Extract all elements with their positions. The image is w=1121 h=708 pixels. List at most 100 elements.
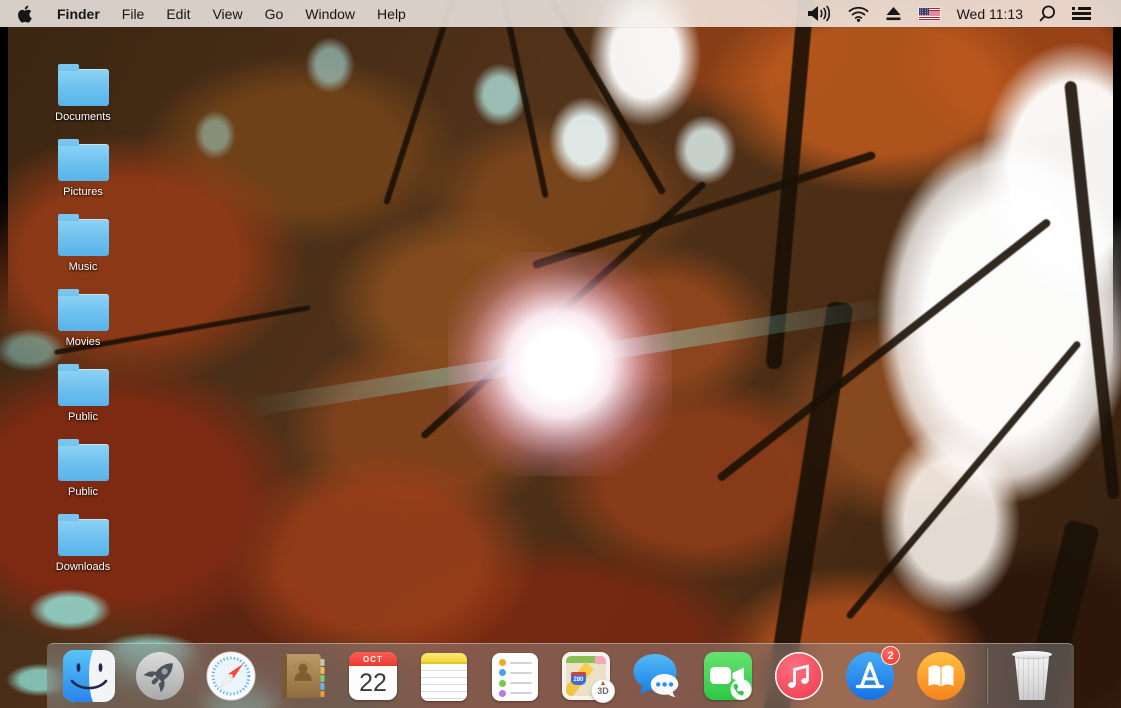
menu-file[interactable]: File [111, 0, 156, 27]
branch [383, 0, 463, 206]
notes-icon [421, 653, 467, 701]
trash-icon [1011, 651, 1053, 701]
menu-edit[interactable]: Edit [155, 0, 201, 27]
spotlight-search-icon[interactable] [1039, 5, 1056, 22]
folder-icon [57, 214, 109, 256]
dock-item-calendar[interactable]: OCT 22 [347, 650, 399, 702]
reminder-line [510, 692, 532, 695]
safari-compass-icon [206, 651, 256, 701]
dock-item-reminders[interactable] [489, 650, 541, 702]
menu-window[interactable]: Window [294, 0, 366, 27]
dock-item-app-store[interactable]: 2 [844, 646, 900, 702]
menu-view[interactable]: View [201, 0, 253, 27]
desktop-folder-music[interactable]: Music [44, 207, 122, 282]
folder-icon [57, 514, 109, 556]
menu-bar: Finder File Edit View Go Window Help Wed… [0, 0, 1121, 27]
dock-item-itunes[interactable] [773, 650, 825, 702]
maps-3d-button: 3D [591, 679, 615, 703]
calendar-icon: OCT 22 [349, 652, 397, 700]
dock-item-ibooks[interactable] [915, 650, 967, 702]
maps-pink-block [595, 656, 606, 664]
maps-interstate-shield: 280 [571, 672, 586, 685]
folder-label: Public [68, 486, 98, 498]
itunes-music-icon [775, 652, 823, 700]
desktop-folder-downloads[interactable]: Downloads [44, 507, 122, 582]
desktop-folder-pictures[interactable]: Pictures [44, 132, 122, 207]
folder-label: Public [68, 411, 98, 423]
trash-mesh [1014, 654, 1050, 700]
sun-glow [448, 252, 672, 476]
wallpaper-autumn-trees [0, 0, 1121, 708]
trash-rim [1012, 651, 1052, 658]
dock-separator [986, 648, 987, 704]
volume-icon[interactable] [807, 5, 832, 22]
folder-icon [57, 64, 109, 106]
maps-green-strip [566, 656, 596, 663]
nc-row [1072, 12, 1091, 15]
reminder-row [499, 669, 532, 677]
menu-help[interactable]: Help [366, 0, 417, 27]
reminder-row [499, 659, 532, 666]
branch [1064, 80, 1120, 500]
reminder-line [510, 682, 532, 685]
nc-dot [1072, 7, 1075, 10]
reminder-line [510, 671, 532, 674]
dock-item-safari[interactable] [205, 650, 257, 702]
notes-lines [421, 664, 467, 699]
dock-item-messages[interactable] [631, 650, 683, 702]
reminder-dot-blue [499, 669, 506, 677]
folder-label: Documents [55, 111, 111, 123]
folder-label: Movies [65, 336, 101, 348]
ibooks-icon [917, 652, 965, 700]
reminder-dot-purple [499, 689, 506, 697]
nc-bar [1072, 17, 1091, 20]
nc-bar [1072, 12, 1091, 15]
input-source-us-flag-icon[interactable] [917, 6, 941, 21]
reminder-row [499, 689, 532, 697]
apple-logo-icon [17, 5, 32, 23]
reminder-line [510, 661, 532, 664]
folder-icon [57, 289, 109, 331]
menu-go[interactable]: Go [254, 0, 295, 27]
calendar-month: OCT [349, 652, 397, 666]
flag-canton [918, 7, 929, 15]
photo-edge-left [0, 27, 8, 327]
branch [497, 0, 549, 199]
desktop-screen: Finder File Edit View Go Window Help Wed… [0, 0, 1121, 708]
dock-item-finder[interactable] [63, 650, 115, 702]
reminders-icon [492, 653, 538, 701]
folder-label: Music [68, 261, 98, 273]
menu-bar-left: Finder File Edit View Go Window Help [0, 0, 417, 27]
folder-label: Downloads [55, 561, 111, 573]
apple-menu[interactable] [0, 0, 46, 27]
calendar-day: 22 [359, 668, 387, 697]
dock-item-trash[interactable] [1006, 650, 1058, 702]
nc-row [1072, 7, 1091, 10]
dock-item-facetime[interactable] [702, 650, 754, 702]
notification-center-icon[interactable] [1072, 7, 1091, 20]
reminder-dot-green [499, 679, 506, 687]
messages-bubble-icon [633, 654, 679, 698]
wifi-icon[interactable] [848, 6, 869, 22]
nc-bar [1078, 7, 1091, 10]
desktop-folder-documents[interactable]: Documents [44, 57, 122, 132]
app-store-badge: 2 [881, 646, 900, 665]
dock-item-launchpad[interactable] [134, 650, 186, 702]
dock-item-maps[interactable]: 280 3D [560, 650, 615, 703]
facetime-camera-glyph [710, 667, 752, 700]
folder-icon [57, 439, 109, 481]
desktop-folder-movies[interactable]: Movies [44, 282, 122, 357]
desktop-folder-public-2[interactable]: Public [44, 432, 122, 507]
notes-yellow-strip [421, 653, 467, 664]
launchpad-rocket-icon [136, 652, 184, 700]
dock-item-contacts[interactable] [276, 650, 328, 702]
dock-item-notes[interactable] [418, 650, 470, 702]
maps-icon: 280 3D [562, 652, 615, 703]
folder-label: Pictures [63, 186, 103, 198]
reminder-row [499, 679, 532, 687]
menu-finder[interactable]: Finder [46, 0, 111, 27]
eject-icon[interactable] [885, 6, 902, 21]
folder-icon [57, 364, 109, 406]
menu-bar-clock[interactable]: Wed 11:13 [957, 6, 1023, 22]
desktop-folder-public[interactable]: Public [44, 357, 122, 432]
